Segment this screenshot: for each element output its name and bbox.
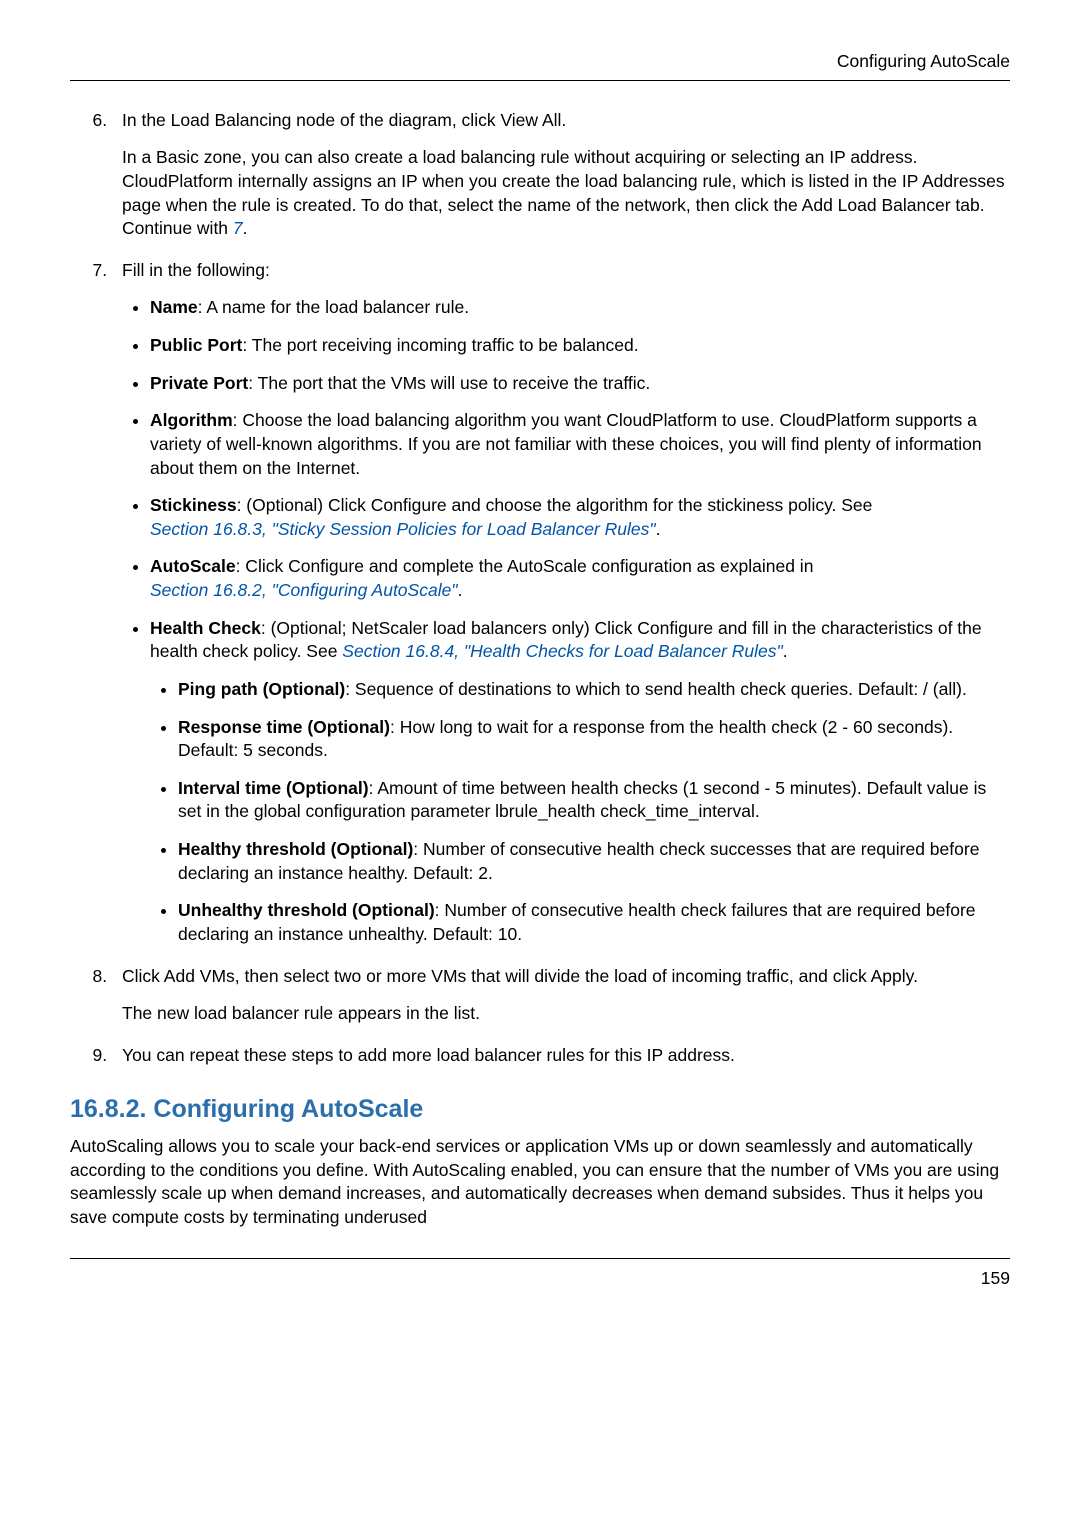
label-stickiness: Stickiness	[150, 495, 237, 515]
label-algorithm: Algorithm	[150, 410, 233, 430]
label-public-port: Public Port	[150, 335, 242, 355]
link-autoscale[interactable]: Section 16.8.2, "Configuring AutoScale"	[150, 580, 458, 600]
link-health-check[interactable]: Section 16.8.4, "Health Checks for Load …	[342, 641, 782, 661]
bullet-stickiness: Stickiness: (Optional) Click Configure a…	[150, 494, 1010, 541]
step-6-para-text: In a Basic zone, you can also create a l…	[122, 147, 1005, 238]
text-ping-path: : Sequence of destinations to which to s…	[345, 679, 967, 699]
label-response-time: Response time (Optional)	[178, 717, 390, 737]
step-8: Click Add VMs, then select two or more V…	[112, 965, 1010, 1026]
label-private-port: Private Port	[150, 373, 248, 393]
ordered-steps: In the Load Balancing node of the diagra…	[70, 109, 1010, 1068]
page-number: 159	[70, 1267, 1010, 1291]
step-6: In the Load Balancing node of the diagra…	[112, 109, 1010, 241]
section-heading: 16.8.2. Configuring AutoScale	[70, 1093, 1010, 1127]
text-stickiness: : (Optional) Click Configure and choose …	[237, 495, 873, 515]
step-7-bullets: Name: A name for the load balancer rule.…	[122, 296, 1010, 946]
sub-healthy-threshold: Healthy threshold (Optional): Number of …	[178, 838, 1010, 885]
label-interval-time: Interval time (Optional)	[178, 778, 369, 798]
section-body: AutoScaling allows you to scale your bac…	[70, 1135, 1010, 1230]
step-6-period: .	[243, 218, 248, 238]
bullet-autoscale: AutoScale: Click Configure and complete …	[150, 555, 1010, 602]
text-algorithm: : Choose the load balancing algorithm yo…	[150, 410, 982, 477]
sub-unhealthy-threshold: Unhealthy threshold (Optional): Number o…	[178, 899, 1010, 946]
step-8-para: The new load balancer rule appears in th…	[122, 1002, 1010, 1026]
bullet-public-port: Public Port: The port receiving incoming…	[150, 334, 1010, 358]
label-healthy-threshold: Healthy threshold (Optional)	[178, 839, 413, 859]
text-autoscale: : Click Configure and complete the AutoS…	[236, 556, 814, 576]
tail-stickiness: .	[656, 519, 661, 539]
health-sub-bullets: Ping path (Optional): Sequence of destin…	[150, 678, 1010, 947]
tail-autoscale: .	[458, 580, 463, 600]
step-7-lead: Fill in the following:	[122, 260, 270, 280]
step-9-lead: You can repeat these steps to add more l…	[122, 1045, 735, 1065]
link-sticky-session[interactable]: Section 16.8.3, "Sticky Session Policies…	[150, 519, 656, 539]
bullet-name: Name: A name for the load balancer rule.	[150, 296, 1010, 320]
text-private-port: : The port that the VMs will use to rece…	[248, 373, 650, 393]
link-step-7[interactable]: 7	[233, 218, 243, 238]
label-health-check: Health Check	[150, 618, 261, 638]
bullet-algorithm: Algorithm: Choose the load balancing alg…	[150, 409, 1010, 480]
label-name: Name	[150, 297, 198, 317]
text-public-port: : The port receiving incoming traffic to…	[242, 335, 638, 355]
bullet-health-check: Health Check: (Optional; NetScaler load …	[150, 617, 1010, 947]
step-9: You can repeat these steps to add more l…	[112, 1044, 1010, 1068]
step-6-lead: In the Load Balancing node of the diagra…	[122, 110, 566, 130]
header-rule	[70, 80, 1010, 81]
running-header: Configuring AutoScale	[70, 50, 1010, 74]
label-ping-path: Ping path (Optional)	[178, 679, 345, 699]
sub-interval-time: Interval time (Optional): Amount of time…	[178, 777, 1010, 824]
text-name: : A name for the load balancer rule.	[198, 297, 469, 317]
step-7: Fill in the following: Name: A name for …	[112, 259, 1010, 947]
page: Configuring AutoScale In the Load Balanc…	[0, 0, 1080, 1527]
label-autoscale: AutoScale	[150, 556, 236, 576]
sub-response-time: Response time (Optional): How long to wa…	[178, 716, 1010, 763]
step-6-para: In a Basic zone, you can also create a l…	[122, 146, 1010, 241]
bullet-private-port: Private Port: The port that the VMs will…	[150, 372, 1010, 396]
footer-rule	[70, 1258, 1010, 1259]
label-unhealthy-threshold: Unhealthy threshold (Optional)	[178, 900, 435, 920]
step-8-lead: Click Add VMs, then select two or more V…	[122, 966, 918, 986]
tail-health-check: .	[783, 641, 788, 661]
sub-ping-path: Ping path (Optional): Sequence of destin…	[178, 678, 1010, 702]
